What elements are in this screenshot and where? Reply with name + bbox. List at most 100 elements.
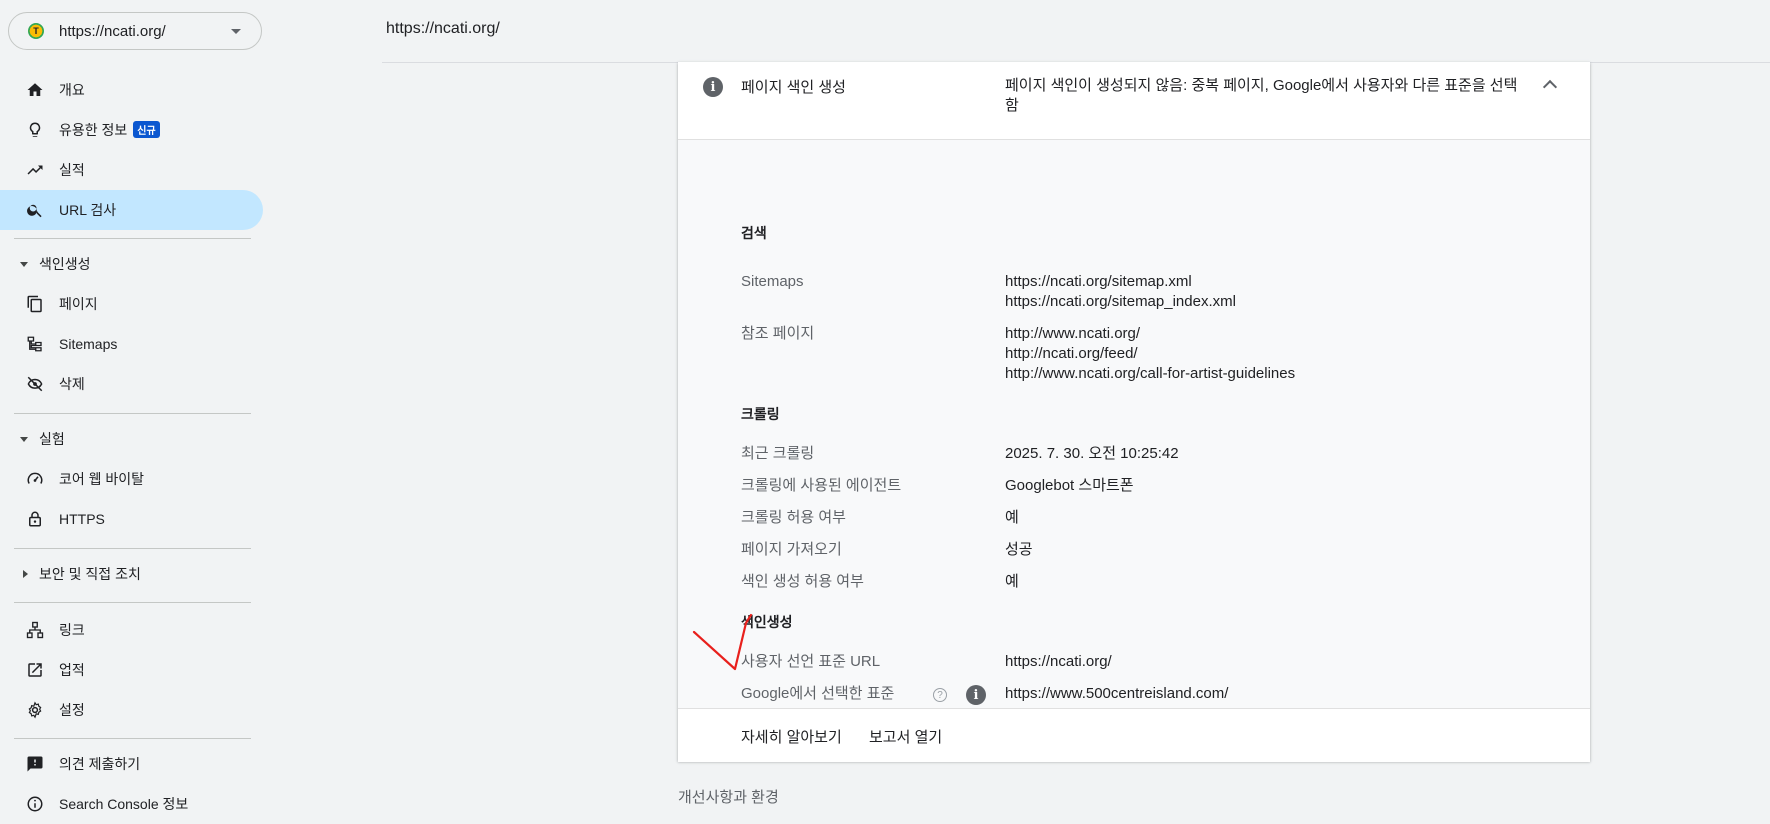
user-canonical-value: https://ncati.org/ [1005,653,1112,670]
google-canonical-label: Google에서 선택한 표준 [741,685,895,702]
section-label: 실험 [39,431,65,447]
sidebar-item-links[interactable]: 링크 [0,610,263,650]
indexing-allowed-label: 색인 생성 허용 여부 [741,573,864,590]
sidebar-item-label: 설정 [59,702,85,718]
section-indexing-toggle[interactable]: 색인생성 [0,248,250,280]
lock-icon [25,509,45,529]
referring-page-url: http://www.ncati.org/call-for-artist-gui… [1005,365,1296,382]
annotation-checkmark [692,613,753,671]
sidebar-item-performance[interactable]: 실적 [0,150,263,190]
sidebar-item-label: HTTPS [59,511,105,527]
sidebar-item-achievements[interactable]: 업적 [0,650,263,690]
crawled-as-label: 크롤링에 사용된 에이전트 [741,477,902,494]
eye-off-icon [25,374,45,394]
sidebar-item-label: Search Console 정보 [59,796,189,812]
sitemap-url: https://ncati.org/sitemap_index.xml [1005,293,1236,310]
new-badge: 신규 [133,121,160,138]
info-icon: i [703,77,723,97]
search-icon [25,200,45,220]
last-crawl-label: 최근 크롤링 [741,445,815,462]
lightbulb-icon [25,120,45,140]
chevron-up-icon[interactable] [1542,79,1558,95]
sidebar-item-label: 업적 [59,662,85,678]
section-label: 색인생성 [39,256,91,272]
open-report-button[interactable]: 보고서 열기 [869,726,942,747]
sidebar-item-label: 코어 웹 바이탈 [59,471,145,487]
sidebar: T https://ncati.org/ 개요 유용한 정보 신규 실적 URL… [0,0,264,819]
google-canonical-value: https://www.500centreisland.com/ [1005,685,1229,702]
gauge-icon [25,469,45,489]
property-selector[interactable]: T https://ncati.org/ [8,12,262,50]
crawled-as-value: Googlebot 스마트폰 [1005,477,1134,494]
crawl-allowed-label: 크롤링 허용 여부 [741,509,846,526]
info-icon [25,794,45,814]
referring-page-url: http://ncati.org/feed/ [1005,345,1138,362]
sidebar-item-about[interactable]: Search Console 정보 [0,784,263,824]
card-header[interactable]: i 페이지 색인 생성 페이지 색인이 생성되지 않음: 중복 페이지, Goo… [678,62,1590,140]
card-actions: 자세히 알아보기 보고서 열기 [678,708,1590,762]
sidebar-item-removals[interactable]: 삭제 [0,364,263,404]
property-url: https://ncati.org/ [59,22,166,40]
links-icon [25,620,45,640]
sidebar-item-insights[interactable]: 유용한 정보 신규 [0,110,263,150]
discovery-title: 검색 [741,225,767,241]
sidebar-item-label: URL 검사 [59,202,117,218]
indexing-allowed-value: 예 [1005,573,1019,590]
property-badge: T [28,23,44,39]
sidebar-item-label: 유용한 정보 [59,122,128,138]
sidebar-item-label: Sitemaps [59,336,118,352]
sidebar-divider [14,602,251,603]
referring-page-url: http://www.ncati.org/ [1005,325,1141,342]
sidebar-item-settings[interactable]: 설정 [0,690,263,730]
sitemaps-label: Sitemaps [741,273,804,290]
gear-icon [25,700,45,720]
sidebar-item-label: 페이지 [59,296,98,312]
sidebar-item-overview[interactable]: 개요 [0,70,263,110]
sidebar-divider [14,548,251,549]
sidebar-item-sitemaps[interactable]: Sitemaps [0,324,263,364]
feedback-icon [25,754,45,774]
sidebar-divider [14,738,251,739]
learn-more-button[interactable]: 자세히 알아보기 [741,726,842,747]
section-label: 보안 및 직접 조치 [39,566,141,582]
sidebar-divider [14,413,251,414]
sidebar-item-label: 의견 제출하기 [59,756,141,772]
referring-page-label: 참조 페이지 [741,325,815,342]
sidebar-item-https[interactable]: HTTPS [0,499,263,539]
inspected-url-bar: https://ncati.org/ [382,0,1770,63]
index-status: 페이지 색인이 생성되지 않음: 중복 페이지, Google에서 사용자와 다… [1005,77,1518,114]
page-indexing-card: i 페이지 색인 생성 페이지 색인이 생성되지 않음: 중복 페이지, Goo… [678,62,1590,762]
sidebar-item-core-web-vitals[interactable]: 코어 웹 바이탈 [0,459,263,499]
enhancements-heading: 개선사항과 환경 [678,789,779,806]
user-canonical-label: 사용자 선언 표준 URL [741,653,881,670]
collapse-triangle-icon [20,261,28,267]
sidebar-item-feedback[interactable]: 의견 제출하기 [0,744,263,784]
info-icon[interactable]: i [966,685,986,705]
open-external-icon [25,660,45,680]
sidebar-item-label: 개요 [59,82,85,98]
sitemap-icon [25,334,45,354]
home-icon [25,80,45,100]
section-experience-toggle[interactable]: 실험 [0,423,250,455]
dropdown-caret-icon [231,28,241,34]
pages-icon [25,294,45,314]
page-fetch-label: 페이지 가져오기 [741,541,842,558]
crawl-title: 크롤링 [741,406,780,422]
sidebar-item-label: 링크 [59,622,85,638]
inspected-url: https://ncati.org/ [386,20,500,37]
card-details: 검색 Sitemaps https://ncati.org/sitemap.xm… [678,140,1590,727]
sidebar-divider [14,238,251,239]
card-title: 페이지 색인 생성 [741,79,846,96]
trending-up-icon [25,160,45,180]
section-security-toggle[interactable]: 보안 및 직접 조치 [0,558,250,590]
expand-triangle-icon [23,570,28,578]
page-fetch-value: 성공 [1005,541,1033,558]
last-crawl-value: 2025. 7. 30. 오전 10:25:42 [1005,445,1179,462]
sitemap-url: https://ncati.org/sitemap.xml [1005,273,1192,290]
sidebar-item-url-inspection[interactable]: URL 검사 [0,190,263,230]
help-icon[interactable]: ? [933,688,947,702]
collapse-triangle-icon [20,436,28,442]
sidebar-item-pages[interactable]: 페이지 [0,284,263,324]
sidebar-item-label: 삭제 [59,376,85,392]
sidebar-item-label: 실적 [59,162,85,178]
